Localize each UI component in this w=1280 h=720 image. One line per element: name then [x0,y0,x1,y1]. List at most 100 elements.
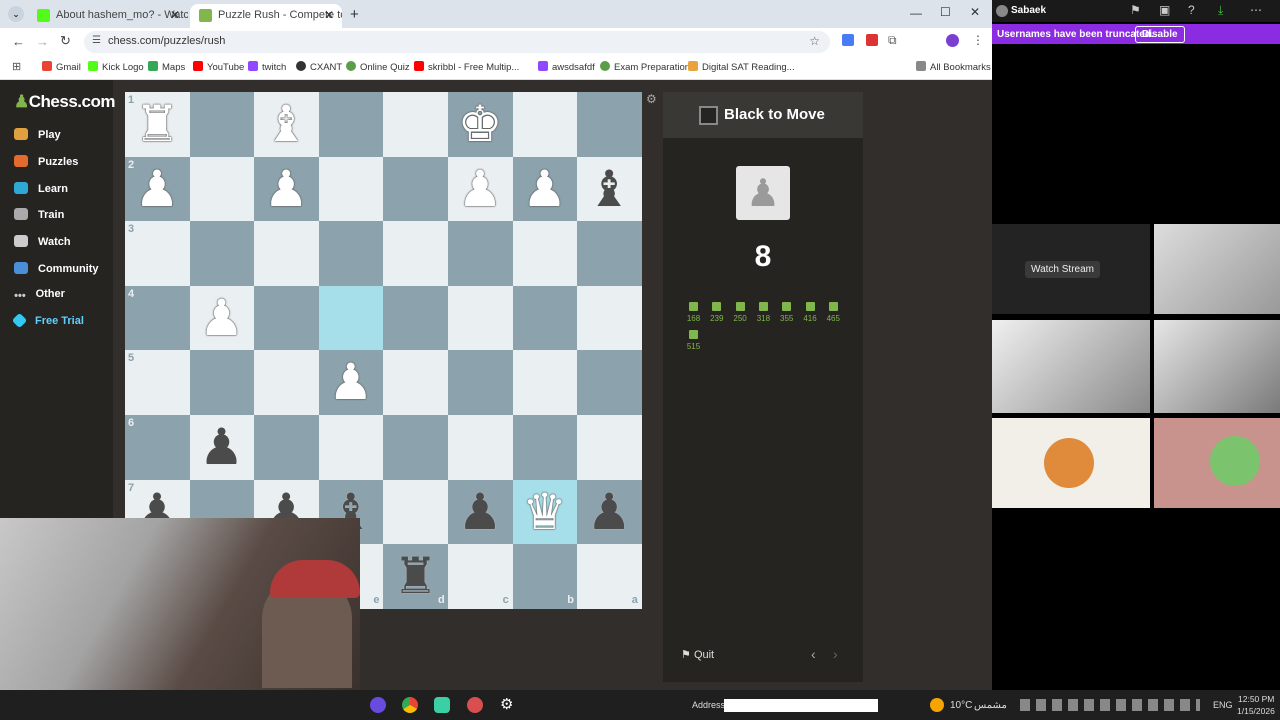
extensions-puzzle-icon[interactable]: ⧉ [888,33,897,48]
help-icon[interactable]: ? [1188,3,1195,17]
black-rook-piece[interactable]: ♜ [383,544,447,608]
board-square[interactable] [318,92,384,157]
stream-tile[interactable] [1154,320,1280,413]
nav-puzzles[interactable]: Puzzles [14,155,78,168]
board-square[interactable] [512,415,578,480]
board-square[interactable] [383,221,448,286]
bookmark-all-bookmarks[interactable]: All Bookmarks [916,61,991,73]
tray-icons[interactable] [1020,699,1200,711]
board-square[interactable] [189,350,255,415]
board-square[interactable] [383,479,448,545]
board-square[interactable] [318,156,384,222]
white-bishop-piece[interactable]: ♝ [254,92,318,156]
board-square[interactable] [383,350,448,415]
board-square[interactable] [125,285,190,351]
extension-icon[interactable] [842,34,854,46]
board-square[interactable] [448,350,513,415]
language-indicator[interactable]: ENG [1213,700,1233,710]
profile-avatar[interactable] [946,34,959,47]
more-icon[interactable]: ⋯ [1250,3,1262,17]
nav-train[interactable]: Train [14,208,64,221]
tab-kick[interactable]: About hashem_mo? - Watch Li ✕ [28,4,188,28]
board-square[interactable] [254,415,319,480]
address-bar[interactable]: ☰ chess.com/puzzles/rush ☆ [84,31,830,53]
board-square[interactable] [512,221,578,286]
app-icon[interactable] [370,697,386,713]
white-pawn-piece[interactable]: ♟ [125,157,189,221]
menu-icon[interactable]: ⋮ [972,33,984,47]
black-pawn-piece[interactable]: ♟ [190,415,254,479]
app-icon[interactable] [467,697,483,713]
board-square[interactable] [318,415,384,480]
bookmark-kick-logo[interactable]: Kick Logo [88,61,144,73]
extension-icon[interactable] [866,34,878,46]
close-window-button[interactable]: ✕ [970,5,980,19]
board-square[interactable] [577,285,642,351]
board-square[interactable] [383,92,448,157]
stream-tile[interactable] [1154,418,1280,508]
white-pawn-piece[interactable]: ♟ [190,286,254,350]
tab-puzzle-rush[interactable]: Puzzle Rush - Compete to Solv ✕ [190,4,342,28]
next-arrow-icon[interactable]: › [833,646,838,662]
white-king-piece[interactable]: ♚ [448,92,512,156]
board-square[interactable] [448,415,513,480]
board-square[interactable] [577,92,642,157]
board-square[interactable] [383,156,448,222]
watch-stream-tile[interactable]: Watch Stream [992,224,1150,314]
close-icon[interactable]: ✕ [324,8,334,22]
board-square[interactable] [512,350,578,415]
bookmark-exam-preparation[interactable]: Exam Preparation [600,61,690,73]
board-square[interactable] [318,285,384,351]
bookmark-skribbl[interactable]: skribbl - Free Multip... [414,61,519,73]
board-square[interactable] [254,285,319,351]
reload-icon[interactable]: ↻ [60,33,71,49]
board-square[interactable] [189,156,255,222]
back-icon[interactable]: ← [12,34,25,49]
board-square[interactable] [254,221,319,286]
forward-icon[interactable]: → [36,34,49,49]
board-square[interactable] [125,221,190,286]
download-icon[interactable]: ⤓ [1218,3,1223,18]
bookmark-gmail[interactable]: Gmail [42,61,81,73]
flag-icon[interactable]: ⚑ [1130,3,1141,17]
chrome-icon[interactable] [402,697,418,713]
board-square[interactable] [125,350,190,415]
nav-free-trial[interactable]: Free Trial [11,312,84,329]
nav-watch[interactable]: Watch [14,235,71,248]
inbox-icon[interactable]: ▣ [1159,3,1170,17]
nav-play[interactable]: Play [14,128,61,141]
taskbar-address-input[interactable] [724,699,878,712]
stream-tile[interactable] [992,320,1150,413]
board-square[interactable] [448,221,513,286]
bookmark-twitch[interactable]: twitch [248,61,286,73]
board-square[interactable] [448,285,513,351]
bookmark-star-icon[interactable]: ☆ [809,34,820,48]
board-square[interactable] [383,415,448,480]
new-tab-button[interactable]: + [350,6,359,23]
board-square[interactable] [512,285,578,351]
stream-tile[interactable] [992,418,1150,508]
white-pawn-piece[interactable]: ♟ [448,157,512,221]
bookmark-cxant[interactable]: CXANT [296,61,342,73]
nav-community[interactable]: Community [14,262,99,275]
board-square[interactable] [577,415,642,480]
bookmark-awsdsafdf[interactable]: awsdsafdf [538,61,595,73]
board-square[interactable] [189,221,255,286]
minimize-button[interactable]: — [910,6,922,20]
board-square[interactable] [189,92,255,157]
board-square[interactable] [577,221,642,286]
board-square[interactable] [577,350,642,415]
bookmark-digital-sat[interactable]: Digital SAT Reading... [688,61,795,73]
chesscom-logo[interactable]: ♟Chess.com [14,92,115,112]
stream-tile[interactable] [1154,224,1280,314]
tab-search-button[interactable]: ⌄ [8,6,24,22]
white-rook-piece[interactable]: ♜ [125,92,189,156]
white-pawn-piece[interactable]: ♟ [513,157,577,221]
white-pawn-piece[interactable]: ♟ [254,157,318,221]
site-info-icon[interactable]: ☰ [92,35,101,46]
prev-arrow-icon[interactable]: ‹ [811,646,816,662]
nav-other[interactable]: ••• Other [14,288,65,302]
board-square[interactable] [254,350,319,415]
black-pawn-piece[interactable]: ♟ [577,480,641,544]
maximize-button[interactable]: ☐ [940,5,951,19]
